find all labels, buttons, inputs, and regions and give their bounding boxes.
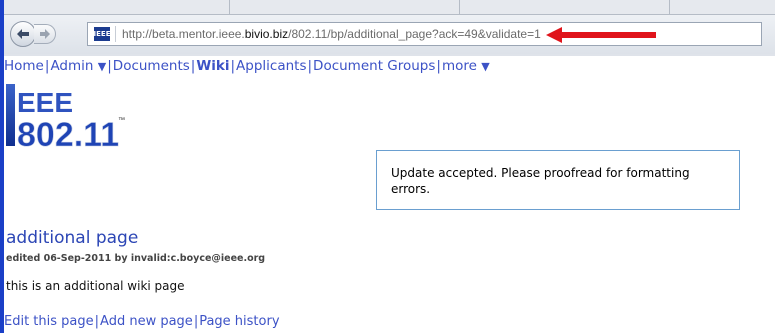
- page-body-text: this is an additional wiki page: [6, 279, 185, 293]
- tab-strip: [4, 0, 775, 15]
- page-title: additional page: [6, 228, 139, 248]
- menu-item-more[interactable]: more ▼: [442, 58, 490, 74]
- url-text[interactable]: http://beta.mentor.ieee.bivio.biz/802.11…: [122, 27, 541, 41]
- tab-divider: [229, 0, 230, 14]
- tab-divider: [459, 0, 460, 14]
- site-favicon-icon: IEEE: [94, 27, 110, 41]
- address-bar[interactable]: IEEE http://beta.mentor.ieee.bivio.biz/8…: [87, 22, 762, 46]
- logo-bar: [6, 84, 15, 146]
- menu-item-applicants[interactable]: Applicants: [236, 58, 306, 74]
- edited-info: edited 06-Sep-2011 by invalid:c.boyce@ie…: [6, 253, 266, 264]
- url-prefix: http://beta.mentor.ieee.: [122, 27, 245, 41]
- back-arrow-icon: [17, 29, 29, 39]
- menu-item-home[interactable]: Home: [4, 58, 44, 74]
- chevron-down-icon: ▼: [97, 60, 107, 73]
- logo-trademark: ™: [118, 117, 125, 124]
- update-notice-box: Update accepted. Please proofread for fo…: [376, 150, 740, 210]
- logo-802-11: 802.11: [17, 116, 119, 152]
- menu-item-wiki[interactable]: Wiki: [196, 58, 229, 74]
- forward-arrow-icon: [39, 29, 50, 39]
- menu-item-document-groups[interactable]: Document Groups: [313, 58, 435, 74]
- edit-page-link[interactable]: Edit this page: [4, 314, 94, 329]
- menu-item-more-label: more: [441, 58, 477, 74]
- page-history-link[interactable]: Page history: [199, 314, 279, 329]
- main-menu: Home|Admin ▼|Documents|Wiki|Applicants|D…: [4, 58, 490, 74]
- menu-item-documents[interactable]: Documents: [113, 58, 190, 74]
- add-page-link[interactable]: Add new page: [100, 314, 193, 329]
- page-actions: Edit this page|Add new page|Page history: [4, 314, 280, 329]
- back-button[interactable]: [10, 21, 36, 47]
- red-arrow-annotation-icon: [546, 27, 656, 43]
- ieee-802-11-logo: EEE 802.11 ™: [6, 84, 125, 152]
- url-domain: bivio.biz: [244, 27, 289, 41]
- logo-eee: EEE: [17, 87, 73, 118]
- notice-message: Update accepted. Please proofread for fo…: [391, 166, 690, 196]
- menu-item-admin[interactable]: Admin ▼: [50, 58, 106, 74]
- back-forward-group: [10, 21, 80, 47]
- forward-button[interactable]: [34, 24, 56, 44]
- url-suffix: /802.11/bp/additional_page?ack=49&valida…: [288, 27, 541, 41]
- address-separator: [115, 26, 116, 42]
- menu-item-admin-label: Admin: [50, 58, 94, 74]
- chevron-down-icon: ▼: [481, 60, 490, 73]
- tab-divider: [669, 0, 670, 14]
